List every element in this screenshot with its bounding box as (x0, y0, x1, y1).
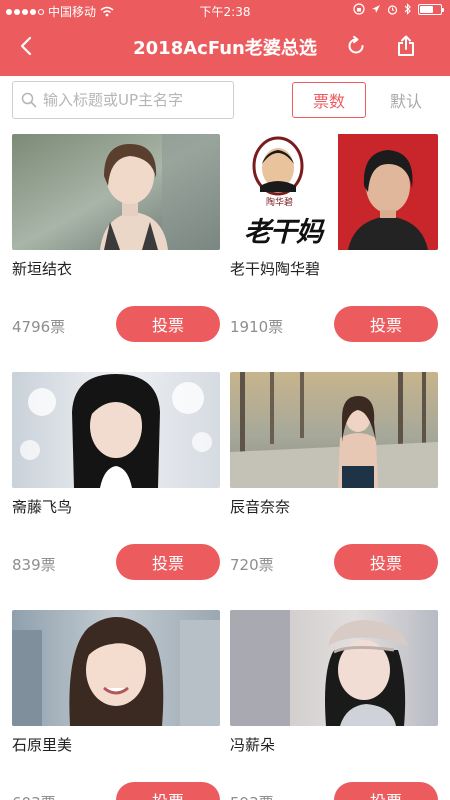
filter-bar: 票数 默认 (0, 76, 450, 126)
candidate-name: 斋藤飞鸟 (12, 498, 73, 516)
vote-button[interactable]: 投票 (334, 782, 438, 800)
rotation-lock-icon (353, 3, 365, 15)
candidate-photo[interactable] (230, 372, 438, 488)
search-box[interactable] (12, 81, 234, 119)
sort-default-tab[interactable]: 默认 (376, 82, 436, 118)
vote-count: 603票 (12, 792, 56, 800)
candidate-name: 冯薪朵 (230, 736, 276, 754)
candidate-photo[interactable] (12, 372, 220, 488)
candidate-photo[interactable]: 陶华碧 老干妈 (230, 134, 438, 250)
refresh-icon (348, 35, 364, 54)
candidate-name: 辰音奈奈 (230, 498, 291, 516)
top-bar: 中国移动 下午2:38 2018AcFun老婆总选 (0, 0, 450, 76)
candidate-photo[interactable] (230, 610, 438, 726)
location-icon (372, 5, 380, 13)
vote-button[interactable]: 投票 (116, 544, 220, 580)
logo-brand-text: 老干妈 (244, 217, 323, 248)
candidate-card[interactable]: 陶华碧 老干妈 老干妈陶华碧 1910票 投票 (230, 134, 438, 364)
candidate-name: 石原里美 (12, 736, 73, 754)
vote-button[interactable]: 投票 (334, 306, 438, 342)
vote-button[interactable]: 投票 (334, 544, 438, 580)
vote-count: 4796票 (12, 318, 66, 336)
vote-count: 839票 (12, 556, 56, 574)
page-title: 2018AcFun老婆总选 (133, 38, 317, 59)
bluetooth-icon (404, 3, 411, 15)
candidate-card[interactable]: 辰音奈奈 720票 投票 (230, 372, 438, 602)
logo-top-label: 陶华碧 (266, 198, 294, 208)
vote-count: 720票 (230, 556, 274, 574)
share-button[interactable] (390, 32, 422, 60)
battery-icon (418, 3, 444, 15)
nav-bar: 2018AcFun老婆总选 (0, 22, 450, 70)
candidate-card[interactable]: 石原里美 603票 投票 (12, 610, 220, 800)
status-right (353, 3, 444, 15)
candidate-card[interactable]: 新垣结衣 4796票 投票 (12, 134, 220, 364)
candidate-photo[interactable] (12, 134, 220, 250)
status-bar: 中国移动 下午2:38 (0, 0, 450, 22)
sort-by-votes-tab[interactable]: 票数 (292, 82, 366, 118)
vote-count: 593票 (230, 792, 274, 800)
search-input[interactable] (43, 91, 223, 109)
candidate-card[interactable]: 冯薪朵 593票 投票 (230, 610, 438, 800)
refresh-button[interactable] (340, 32, 372, 60)
candidate-photo[interactable] (12, 610, 220, 726)
vote-button[interactable]: 投票 (116, 306, 220, 342)
vote-button[interactable]: 投票 (116, 782, 220, 800)
search-icon (21, 92, 37, 108)
candidate-name: 老干妈陶华碧 (230, 260, 321, 278)
alarm-icon (387, 4, 398, 15)
share-icon (398, 35, 414, 56)
candidate-name: 新垣结衣 (12, 260, 73, 278)
vote-count: 1910票 (230, 318, 284, 336)
candidate-card[interactable]: 斋藤飞鸟 839票 投票 (12, 372, 220, 602)
